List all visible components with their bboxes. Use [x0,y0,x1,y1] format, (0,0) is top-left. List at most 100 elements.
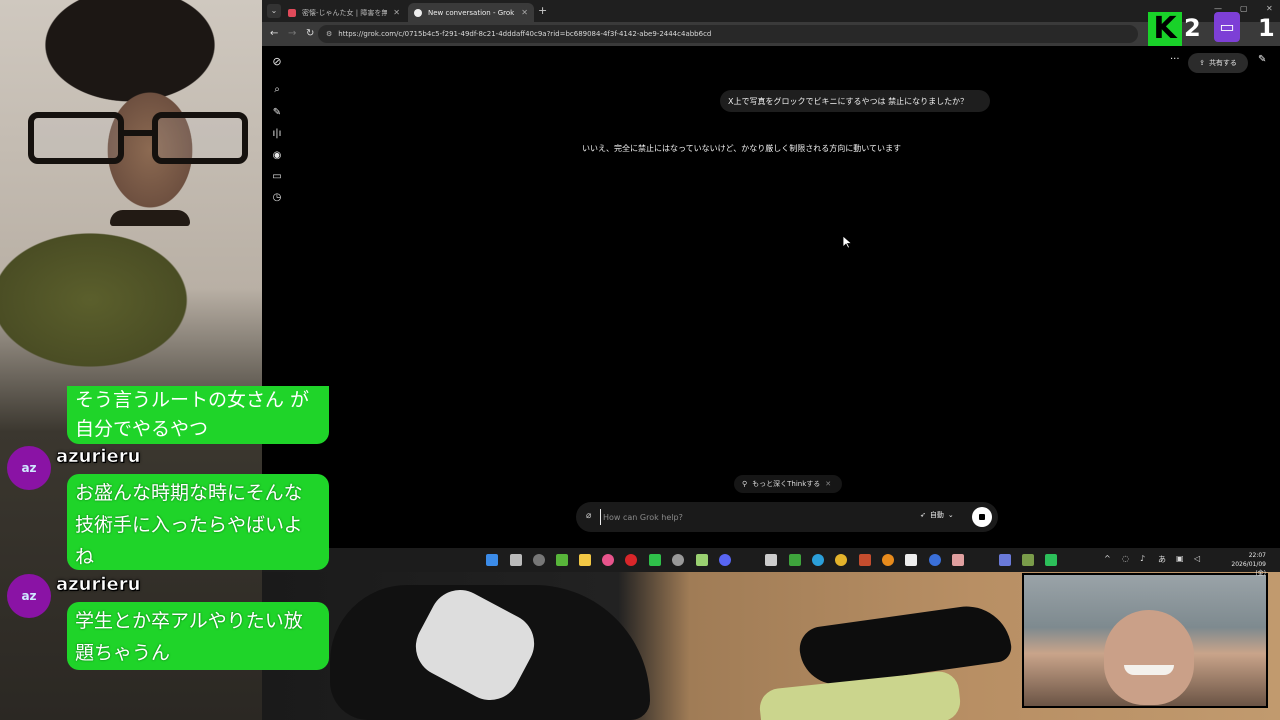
pip-webcam [1022,573,1268,708]
think-chip-label: もっと深くThinkする [752,480,821,488]
kick-viewer-count: 2 [1184,14,1201,42]
close-tab-icon[interactable]: ✕ [393,8,400,17]
user-message-bubble: X上で写真をグロックでビキニにするやつは 禁止になりましたか？ [720,90,990,112]
line-icon[interactable] [649,554,661,566]
voice-icon[interactable]: ı|ı [271,128,283,140]
attach-icon[interactable]: ⌀ [586,511,591,521]
stop-button[interactable] [972,507,992,527]
app-icon[interactable] [533,554,545,566]
browser-window: ⌄ 密懐-じゃんた女 | 障害を無料で ✕ New conversation -… [262,0,1280,548]
clock-date: 2026/01/09 (金) [1231,561,1266,577]
share-icon: ⇪ [1199,59,1205,67]
chrome-icon[interactable] [835,554,847,566]
app-icon[interactable] [1022,554,1034,566]
back-icon[interactable]: ← [270,27,278,41]
network-icon[interactable]: ▣ [1176,554,1184,563]
mode-label: 自動 [929,511,944,519]
xbox-icon[interactable] [789,554,801,566]
nvidia-icon[interactable] [556,554,568,566]
imagine-icon[interactable]: ◉ [271,150,283,162]
think-deeper-chip[interactable]: ⚲ もっと深くThinkする ✕ [734,475,842,493]
windows-taskbar: ^ ◌ ♪ あ ▣ ◁ 22:07 2026/01/09 (金) [262,548,1280,577]
app-icon[interactable] [882,554,894,566]
stream-screen: ⌄ 密懐-じゃんた女 | 障害を無料で ✕ New conversation -… [0,0,1280,720]
pip-face-shape [1104,610,1194,705]
tab-title: New conversation - Grok [428,8,515,17]
app-icon[interactable] [859,554,871,566]
user-message-text: X上で写真をグロックでビキニにするやつは 禁止になりましたか？ [728,96,969,106]
chat-message-text: 学生とか卒アルやりたい放題ちゃうん [67,602,329,670]
app-icon[interactable] [602,554,614,566]
kick-logo-icon: K [1148,12,1182,46]
dismiss-chip-icon[interactable]: ✕ [825,480,831,488]
twitch-logo-icon: ▭ [1214,12,1240,42]
url-text: https://grok.com/c/0715b4c5-f291-49df-8c… [338,30,712,38]
start-icon[interactable] [486,554,498,566]
chat-overlay: そう言うルートの女さん が自分でやるやつ az azurieru お盛んな時期な… [0,386,340,686]
clock-time: 22:07 [1248,552,1266,559]
app-icon[interactable] [999,554,1011,566]
site-info-icon[interactable]: ⚙ [326,30,332,38]
tab-1[interactable]: 密懐-じゃんた女 | 障害を無料で ✕ [282,3,406,22]
microphone-icon[interactable]: ♪ [1140,554,1145,563]
edit-icon[interactable]: ✎ [271,107,283,119]
assistant-message-text: いいえ、完全に禁止にはなっていないけど、かなり厳しく制限される方向に動いています [582,144,901,153]
composer: ⌀ ➶ 自動 ⌄ [576,502,998,532]
tab-title: 密懐-じゃんた女 | 障害を無料で [302,8,388,17]
share-label: 共有する [1208,59,1237,67]
tab-search-icon[interactable]: ⌄ [267,4,281,18]
app-icon[interactable] [696,554,708,566]
app-icon[interactable] [905,554,917,566]
reload-icon[interactable]: ↻ [306,27,314,41]
forward-icon[interactable]: → [288,27,296,41]
projects-icon[interactable]: ▭ [271,171,283,183]
tab-bar: ⌄ 密懐-じゃんた女 | 障害を無料で ✕ New conversation -… [262,0,1280,22]
avatar: az [7,446,51,490]
new-tab-button[interactable]: + [538,4,547,18]
history-icon[interactable]: ◷ [271,192,283,204]
app-icon[interactable] [1045,554,1057,566]
chatgpt-icon[interactable] [672,554,684,566]
prompt-input[interactable] [600,509,900,525]
twitch-viewer-count: 1 [1258,14,1275,42]
share-button[interactable]: ⇪ 共有する [1188,53,1248,73]
lightbulb-icon: ⚲ [742,480,748,488]
ime-icon[interactable]: あ [1158,554,1166,565]
chat-message-text: お盛んな時期な時にそんな技術手に入ったらやばいよね [67,474,329,570]
file-explorer-icon[interactable] [579,554,591,566]
chat-message-partial: そう言うルートの女さん が自分でやるやつ [67,386,329,444]
chat-username: azurieru [56,446,141,468]
volume-icon[interactable]: ◁ [1194,554,1200,563]
app-icon[interactable] [952,554,964,566]
taskbar-clock[interactable]: 22:07 2026/01/09 (金) [1222,551,1266,578]
grok-favicon-icon [414,8,422,17]
address-bar: ← → ↻ ⚙ https://grok.com/c/0715b4c5-f291… [262,22,1280,46]
rocket-icon: ➶ [920,511,926,519]
close-window-icon[interactable]: ✕ [1266,4,1273,13]
app-icon[interactable] [929,554,941,566]
chat-username: azurieru [56,574,141,596]
close-tab-icon[interactable]: ✕ [521,8,528,17]
search-icon[interactable]: ⌕ [271,84,283,96]
task-view-icon[interactable] [510,554,522,566]
grok-page: ⊘ ⌕ ✎ ı|ı ◉ ▭ ◷ ··· ⇪ 共有する ✎ X上で写真をグロックで… [262,46,1280,548]
record-icon[interactable] [625,554,637,566]
tab-favicon-icon [288,8,296,17]
avatar: az [7,574,51,618]
tray-icon[interactable]: ◌ [1122,554,1129,563]
tab-2[interactable]: New conversation - Grok ✕ [408,3,534,22]
glasses-shape [28,112,250,170]
tray-chevron-icon[interactable]: ^ [1104,554,1111,563]
edge-icon[interactable] [812,554,824,566]
grok-logo-icon[interactable]: ⊘ [271,56,283,68]
discord-icon[interactable] [719,554,731,566]
new-chat-icon[interactable]: ✎ [1258,54,1266,65]
mustache-shape [110,210,190,226]
more-options-icon[interactable]: ··· [1170,54,1180,65]
chevron-down-icon: ⌄ [947,511,954,519]
url-field[interactable]: ⚙ https://grok.com/c/0715b4c5-f291-49df-… [318,25,1138,43]
mode-selector[interactable]: ➶ 自動 ⌄ [920,510,954,520]
app-icon[interactable] [765,554,777,566]
maximize-icon[interactable]: ▢ [1240,4,1248,13]
stop-icon [979,514,985,520]
